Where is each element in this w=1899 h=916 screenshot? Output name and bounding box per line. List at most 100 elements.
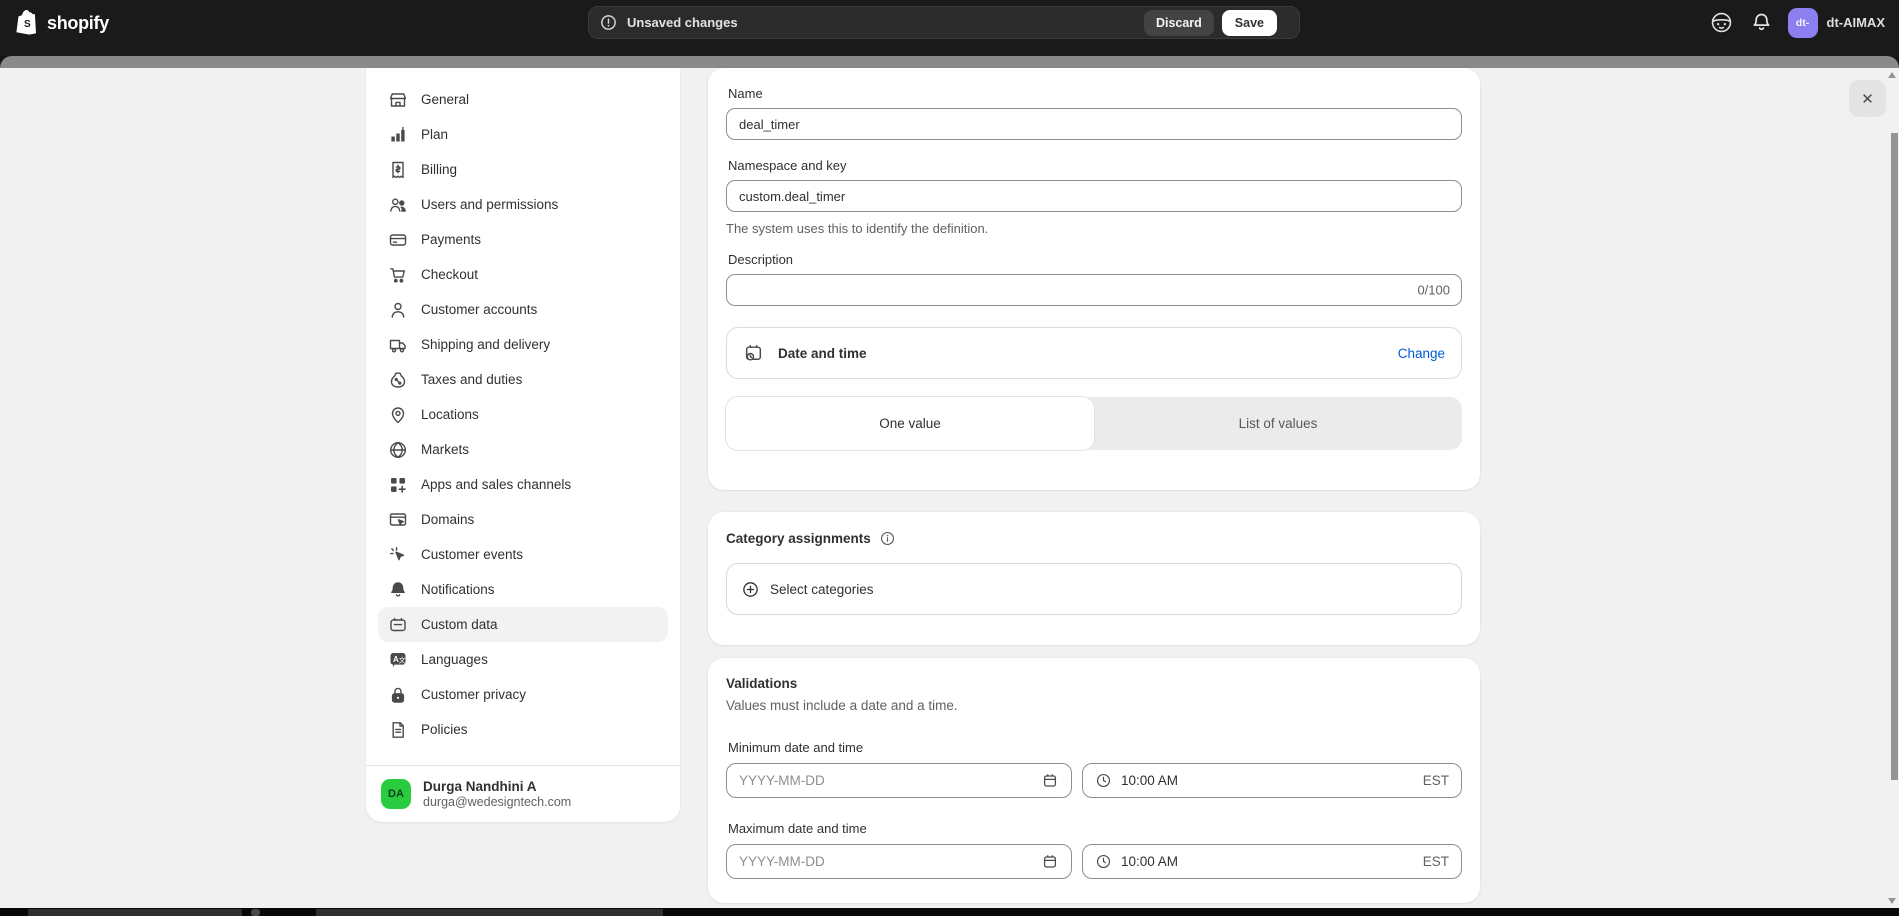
sidebar-item-plan[interactable]: Plan bbox=[378, 117, 668, 152]
topbar-right: dt- dt-AIMAX bbox=[1708, 6, 1886, 39]
category-assignments-card: Category assignments Select categories bbox=[708, 512, 1480, 645]
max-time-input[interactable]: 10:00 AM EST bbox=[1082, 844, 1462, 879]
shopify-wordmark: shopify bbox=[47, 13, 109, 34]
sidebar-item-notifications[interactable]: Notifications bbox=[378, 572, 668, 607]
shopify-logo[interactable]: S shopify bbox=[16, 8, 109, 38]
select-categories-label: Select categories bbox=[770, 582, 874, 597]
description-input[interactable] bbox=[726, 274, 1462, 306]
sidebar-item-label: Customer accounts bbox=[421, 302, 537, 317]
sidebar-item-label: Taxes and duties bbox=[421, 372, 522, 387]
sidebar-item-customer-events[interactable]: Customer events bbox=[378, 537, 668, 572]
name-input[interactable] bbox=[726, 108, 1462, 140]
sidebar-item-locations[interactable]: Locations bbox=[378, 397, 668, 432]
payments-card-icon bbox=[388, 230, 408, 250]
notifications-bell-icon[interactable] bbox=[1748, 9, 1776, 37]
sidebar-item-general[interactable]: General bbox=[378, 82, 668, 117]
settings-sidebar: GeneralPlanBillingUsers and permissionsP… bbox=[366, 68, 680, 822]
min-time-value: 10:00 AM bbox=[1121, 773, 1178, 788]
taskbar-segment bbox=[316, 909, 663, 916]
customer-accounts-icon bbox=[388, 300, 408, 320]
customer-events-icon bbox=[388, 545, 408, 565]
definition-card: Name Namespace and key The system uses t… bbox=[708, 68, 1480, 490]
settings-nav: GeneralPlanBillingUsers and permissionsP… bbox=[378, 82, 668, 747]
taskbar-dot bbox=[251, 909, 260, 916]
sidebar-item-apps-and-sales-channels[interactable]: Apps and sales channels bbox=[378, 467, 668, 502]
close-settings-button[interactable]: ✕ bbox=[1849, 80, 1886, 117]
sidebar-item-languages[interactable]: A文 Languages bbox=[378, 642, 668, 677]
sidebar-item-label: Shipping and delivery bbox=[421, 337, 550, 352]
users-icon bbox=[388, 195, 408, 215]
store-name: dt-AIMAX bbox=[1827, 15, 1886, 30]
max-datetime-label: Maximum date and time bbox=[728, 821, 1462, 836]
save-button[interactable]: Save bbox=[1222, 10, 1277, 36]
store-icon bbox=[388, 90, 408, 110]
field-type-row: Date and time Change bbox=[726, 327, 1462, 379]
sidebar-item-label: Languages bbox=[421, 652, 488, 667]
scrollbar-up-arrow[interactable] bbox=[1888, 72, 1896, 78]
sidebar-item-shipping-and-delivery[interactable]: Shipping and delivery bbox=[378, 327, 668, 362]
namespace-label: Namespace and key bbox=[728, 158, 1462, 173]
sidebar-item-label: Notifications bbox=[421, 582, 495, 597]
namespace-input[interactable] bbox=[726, 180, 1462, 212]
field-type-label: Date and time bbox=[778, 346, 867, 361]
checkout-cart-icon bbox=[388, 265, 408, 285]
sidebar-item-label: Custom data bbox=[421, 617, 498, 632]
validations-subtitle: Values must include a date and a time. bbox=[726, 698, 1462, 713]
info-icon[interactable] bbox=[879, 530, 896, 547]
svg-text:文: 文 bbox=[399, 655, 406, 664]
store-menu[interactable]: dt- dt-AIMAX bbox=[1788, 8, 1886, 38]
max-date-input[interactable]: YYYY-MM-DD bbox=[726, 844, 1072, 879]
sidebar-item-customer-privacy[interactable]: Customer privacy bbox=[378, 677, 668, 712]
sidebar-item-markets[interactable]: Markets bbox=[378, 432, 668, 467]
calendar-icon bbox=[1041, 853, 1059, 871]
sidebar-item-label: Billing bbox=[421, 162, 457, 177]
taskbar-segment bbox=[28, 909, 242, 916]
settings-content: Name Namespace and key The system uses t… bbox=[708, 68, 1480, 908]
apps-icon bbox=[388, 475, 408, 495]
min-time-input[interactable]: 10:00 AM EST bbox=[1082, 763, 1462, 798]
validations-title: Validations bbox=[726, 676, 1462, 691]
min-date-placeholder: YYYY-MM-DD bbox=[739, 773, 825, 788]
value-mode-segmented-control: One value List of values bbox=[726, 397, 1462, 450]
scrollbar-down-arrow[interactable] bbox=[1888, 898, 1896, 904]
unsaved-changes-bar: Unsaved changes Discard Save bbox=[588, 6, 1300, 39]
taxes-icon bbox=[388, 370, 408, 390]
min-date-input[interactable]: YYYY-MM-DD bbox=[726, 763, 1072, 798]
sidebar-user-card[interactable]: DA Durga Nandhini A durga@wedesigntech.c… bbox=[366, 765, 680, 822]
sidebar-item-billing[interactable]: Billing bbox=[378, 152, 668, 187]
sidebar-item-customer-accounts[interactable]: Customer accounts bbox=[378, 292, 668, 327]
select-categories-button[interactable]: Select categories bbox=[726, 563, 1462, 615]
dimmed-backdrop-band bbox=[0, 56, 1899, 68]
min-datetime-label: Minimum date and time bbox=[728, 740, 1462, 755]
segment-one-value[interactable]: One value bbox=[726, 397, 1094, 450]
max-timezone: EST bbox=[1423, 854, 1449, 869]
discard-button[interactable]: Discard bbox=[1144, 10, 1214, 36]
segment-list-of-values[interactable]: List of values bbox=[1094, 397, 1462, 450]
settings-modal: GeneralPlanBillingUsers and permissionsP… bbox=[0, 68, 1899, 908]
sidebar-item-label: Customer events bbox=[421, 547, 523, 562]
sidebar-item-policies[interactable]: Policies bbox=[378, 712, 668, 747]
sidebar-item-label: General bbox=[421, 92, 469, 107]
sidebar-item-checkout[interactable]: Checkout bbox=[378, 257, 668, 292]
sidebar-item-domains[interactable]: Domains bbox=[378, 502, 668, 537]
topbar: S shopify Unsaved changes Discard Save bbox=[0, 0, 1899, 56]
sidebar-item-label: Locations bbox=[421, 407, 479, 422]
user-email: durga@wedesigntech.com bbox=[423, 795, 571, 810]
plus-circle-icon bbox=[741, 580, 760, 599]
sidebar-item-custom-data[interactable]: Custom data bbox=[378, 607, 668, 642]
sidekick-assistant-icon[interactable] bbox=[1708, 9, 1736, 37]
sidebar-item-label: Checkout bbox=[421, 267, 478, 282]
sidebar-item-label: Plan bbox=[421, 127, 448, 142]
plan-chart-icon bbox=[388, 125, 408, 145]
lock-icon bbox=[388, 685, 408, 705]
sidebar-item-users-and-permissions[interactable]: Users and permissions bbox=[378, 187, 668, 222]
alert-circle-icon bbox=[599, 13, 618, 32]
sidebar-item-payments[interactable]: Payments bbox=[378, 222, 668, 257]
description-label: Description bbox=[728, 252, 1462, 267]
validations-card: Validations Values must include a date a… bbox=[708, 658, 1480, 903]
sidebar-item-taxes-and-duties[interactable]: Taxes and duties bbox=[378, 362, 668, 397]
scrollbar-thumb[interactable] bbox=[1891, 133, 1898, 780]
calendar-icon bbox=[1041, 772, 1059, 790]
languages-icon: A文 bbox=[388, 650, 408, 670]
change-type-link[interactable]: Change bbox=[1398, 346, 1445, 361]
